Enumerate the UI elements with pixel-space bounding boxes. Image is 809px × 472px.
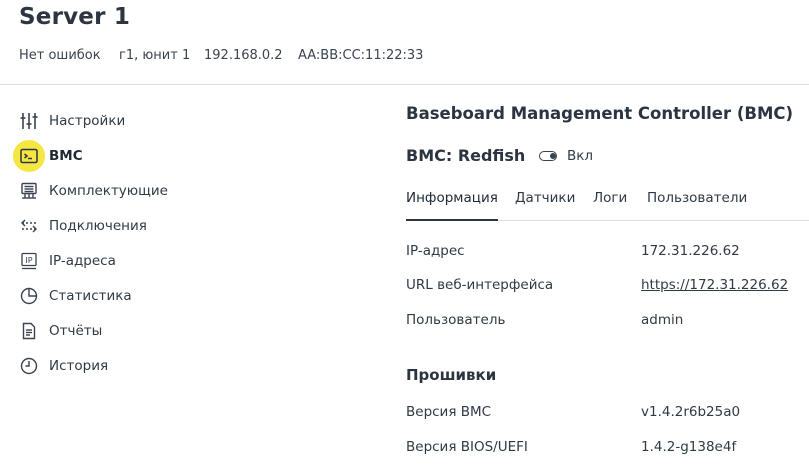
tab-users[interactable]: Пользователи bbox=[647, 190, 747, 219]
sliders-icon bbox=[16, 108, 42, 134]
bmc-subtitle: BMC: Redfish bbox=[406, 146, 526, 165]
panel-title: Baseboard Management Controller (BMC) bbox=[406, 104, 794, 123]
sidebar-item-settings[interactable]: Настройки bbox=[16, 106, 316, 136]
location-text: г1, юнит 1 bbox=[119, 48, 191, 63]
web-url-label: URL веб-интерфейса bbox=[406, 277, 554, 293]
sidebar-item-label: Статистика bbox=[49, 288, 132, 304]
sidebar-item-history[interactable]: История bbox=[16, 351, 316, 381]
hardware-icon bbox=[16, 178, 42, 204]
sidebar-item-label: Комплектующие bbox=[49, 183, 168, 199]
ip-label: IP-адрес bbox=[406, 243, 465, 259]
clock-icon bbox=[16, 353, 42, 379]
sidebar-item-label: История bbox=[49, 358, 109, 374]
mac-text: AA:BB:CC:11:22:33 bbox=[298, 48, 424, 63]
sidebar-item-components[interactable]: Комплектующие bbox=[16, 176, 316, 206]
status-text: Нет ошибок bbox=[19, 48, 101, 63]
sidebar-item-label: Отчёты bbox=[49, 323, 103, 339]
page-header: Server 1 Нет ошибок г1, юнит 1 192.168.0… bbox=[0, 0, 809, 85]
document-icon bbox=[16, 318, 42, 344]
pie-chart-icon bbox=[16, 283, 42, 309]
bios-version-value: 1.4.2-g138e4f bbox=[641, 439, 737, 455]
bmc-version-label: Версия BMC bbox=[406, 404, 492, 420]
tab-info[interactable]: Информация bbox=[406, 190, 498, 221]
toggle-label: Вкл bbox=[567, 148, 594, 164]
sidebar-item-ip-addresses[interactable]: IP IP-адреса bbox=[16, 246, 316, 276]
svg-text:IP: IP bbox=[25, 256, 32, 265]
sidebar-item-connections[interactable]: Подключения bbox=[16, 211, 316, 241]
bmc-toggle[interactable] bbox=[539, 151, 557, 161]
sidebar-item-label: Настройки bbox=[49, 113, 126, 129]
page-title: Server 1 bbox=[19, 4, 131, 30]
bmc-version-value: v1.4.2r6b25a0 bbox=[641, 404, 741, 420]
ip-text: 192.168.0.2 bbox=[204, 48, 283, 63]
firmware-heading: Прошивки bbox=[406, 366, 497, 384]
sidebar-item-label: BMC bbox=[49, 148, 83, 164]
bios-version-label: Версия BIOS/UEFI bbox=[406, 439, 528, 455]
ip-value: 172.31.226.62 bbox=[641, 243, 740, 259]
user-label: Пользователь bbox=[406, 312, 506, 328]
sidebar-item-statistics[interactable]: Статистика bbox=[16, 281, 316, 311]
user-value: admin bbox=[641, 312, 684, 328]
sidebar-item-bmc[interactable]: BMC bbox=[13, 140, 316, 172]
terminal-icon bbox=[13, 140, 45, 172]
sidebar-item-label: Подключения bbox=[49, 218, 147, 234]
tab-sensors[interactable]: Датчики bbox=[515, 190, 575, 219]
sidebar-item-label: IP-адреса bbox=[49, 253, 116, 269]
sidebar-item-reports[interactable]: Отчёты bbox=[16, 316, 316, 346]
ip-icon: IP bbox=[16, 248, 42, 274]
tab-logs[interactable]: Логи bbox=[593, 190, 627, 219]
web-url-link[interactable]: https://172.31.226.62 bbox=[641, 277, 788, 293]
tab-bar: Информация Датчики Логи Пользователи bbox=[406, 180, 809, 221]
connections-icon bbox=[16, 213, 42, 239]
